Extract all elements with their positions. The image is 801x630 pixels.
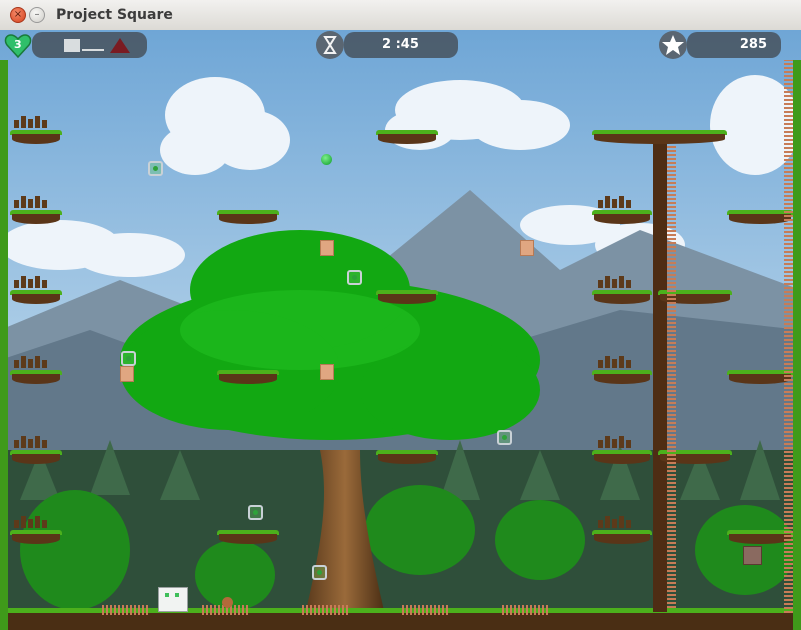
wooden-fence bbox=[14, 196, 47, 208]
level-progress-icon bbox=[64, 39, 80, 52]
green-orb bbox=[321, 154, 332, 165]
player-square bbox=[158, 587, 188, 612]
game-canvas[interactable]: 3 2 :45 285 bbox=[0, 30, 801, 630]
star-icon bbox=[659, 31, 687, 59]
floor-spikes bbox=[300, 605, 350, 615]
floor-spikes bbox=[400, 605, 450, 615]
platform bbox=[376, 130, 438, 144]
wooden-fence bbox=[14, 356, 47, 368]
platform bbox=[10, 370, 62, 384]
platform bbox=[376, 290, 438, 304]
wooden-fence bbox=[14, 276, 47, 288]
pillar-spikes bbox=[667, 145, 676, 610]
platform bbox=[10, 290, 62, 304]
gem-collectible bbox=[148, 161, 163, 176]
gem-collectible bbox=[347, 270, 362, 285]
wooden-fence bbox=[598, 356, 631, 368]
hud-timer-panel: 2 :45 bbox=[344, 32, 458, 58]
platform bbox=[592, 210, 652, 224]
exit-block bbox=[743, 546, 762, 565]
platform bbox=[592, 290, 652, 304]
wooden-fence bbox=[14, 436, 47, 448]
wooden-fence bbox=[14, 516, 47, 528]
platform bbox=[10, 210, 62, 224]
player-eye bbox=[175, 593, 179, 597]
wooden-fence bbox=[14, 116, 47, 128]
spike-hazard-icon bbox=[110, 38, 130, 53]
wooden-fence bbox=[598, 196, 631, 208]
hud-score-panel: 285 bbox=[687, 32, 781, 58]
platform bbox=[592, 450, 652, 464]
platform bbox=[217, 210, 279, 224]
platform bbox=[217, 530, 279, 544]
window-title: Project Square bbox=[56, 7, 173, 23]
platform bbox=[10, 450, 62, 464]
gem-collectible bbox=[121, 351, 136, 366]
rolling-ball bbox=[222, 597, 233, 608]
enemy-block bbox=[320, 364, 334, 380]
platform bbox=[217, 370, 279, 384]
enemy-block bbox=[320, 240, 334, 256]
platform bbox=[592, 130, 727, 144]
wooden-pillar bbox=[653, 142, 667, 612]
wall-spikes bbox=[784, 60, 793, 615]
hud-lives-panel bbox=[32, 32, 147, 58]
platform bbox=[10, 530, 62, 544]
gem-collectible bbox=[312, 565, 327, 580]
wooden-fence bbox=[598, 276, 631, 288]
window-titlebar: × – Project Square bbox=[0, 0, 801, 31]
level-progress-track bbox=[82, 49, 104, 51]
platform bbox=[592, 370, 652, 384]
platform bbox=[592, 530, 652, 544]
platform bbox=[376, 450, 438, 464]
score-value: 285 bbox=[739, 37, 767, 52]
floor-spikes bbox=[100, 605, 150, 615]
enemy-block bbox=[520, 240, 534, 256]
gem-collectible bbox=[248, 505, 263, 520]
enemy-block bbox=[120, 366, 134, 382]
platform bbox=[10, 130, 62, 144]
gem-collectible bbox=[497, 430, 512, 445]
wooden-fence bbox=[598, 436, 631, 448]
heart-icon: 3 bbox=[4, 32, 32, 59]
timer-value: 2 :45 bbox=[382, 37, 419, 52]
minimize-button[interactable]: – bbox=[29, 7, 45, 23]
game-scene bbox=[0, 30, 801, 630]
lives-count: 3 bbox=[14, 38, 22, 51]
floor-spikes bbox=[500, 605, 550, 615]
wooden-fence bbox=[598, 516, 631, 528]
hourglass-icon bbox=[316, 31, 344, 59]
player-eye bbox=[165, 593, 169, 597]
close-button[interactable]: × bbox=[10, 7, 26, 23]
